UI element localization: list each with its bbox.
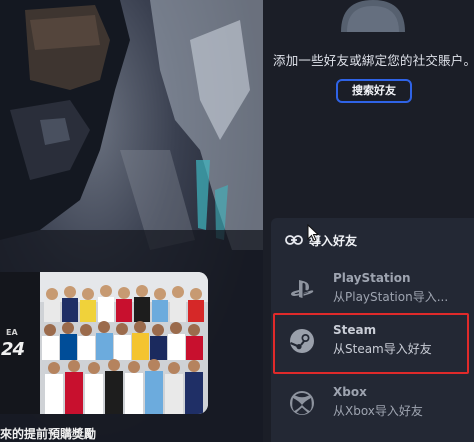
xbox-subtitle: 从Xbox导入好友	[333, 404, 423, 418]
steam-selection-highlight	[273, 313, 469, 374]
search-friends-button[interactable]: 搜索好友	[336, 79, 412, 103]
playstation-title: PlayStation	[333, 271, 411, 285]
ea-logo-text: EA	[6, 328, 18, 337]
fc24-logo: EA 24	[0, 272, 40, 414]
promo-caption: 來的提前預購獎勵	[0, 427, 97, 441]
hero-banner: EA 24 來的提前預購獎勵	[0, 0, 263, 442]
add-friends-prompt: 添加一些好友或綁定您的社交賬户。	[273, 53, 474, 68]
import-row-playstation[interactable]: PlayStation 从PlayStation导入...	[271, 264, 474, 314]
fc24-logo-number: 24	[1, 339, 25, 360]
team-photo	[40, 272, 208, 414]
playstation-subtitle: 从PlayStation导入...	[333, 290, 449, 304]
xbox-icon	[290, 391, 314, 415]
link-icon	[285, 235, 303, 245]
import-friends-header: 導入好友	[285, 230, 357, 250]
empty-friends-illustration	[341, 0, 405, 32]
playstation-icon	[291, 280, 314, 298]
import-row-xbox[interactable]: Xbox 从Xbox导入好友	[271, 378, 474, 428]
xbox-title: Xbox	[333, 385, 367, 399]
mouse-cursor-icon	[307, 224, 319, 242]
promo-card[interactable]: EA 24	[0, 272, 208, 414]
